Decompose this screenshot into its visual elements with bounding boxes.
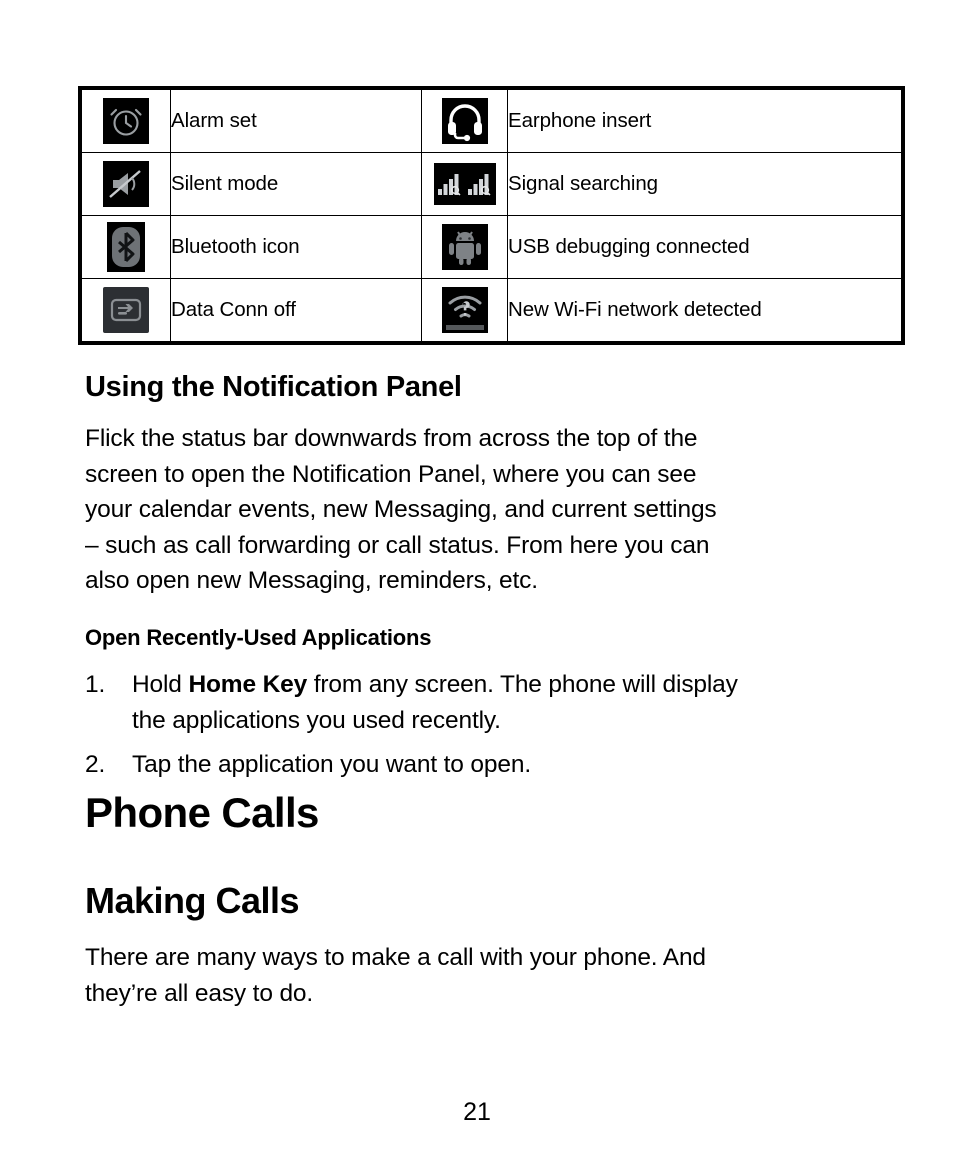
page-number: 21 — [463, 1098, 491, 1126]
icon-label-bluetooth: Bluetooth icon — [170, 215, 422, 279]
wifi-question-icon — [441, 287, 488, 333]
table-row: Bluetooth icon USB debugging connected — [78, 215, 905, 279]
list-item-text-bold: Home Key — [188, 671, 308, 698]
list-item-text-before: Hold — [132, 671, 189, 698]
ordered-list-recently-used: 1. Hold Home Key from any screen. The ph… — [85, 667, 905, 783]
list-item: 1. Hold Home Key from any screen. The ph… — [85, 667, 905, 738]
table-row: Alarm set Earphone insert — [78, 86, 905, 153]
icon-label-data-off: Data Conn off — [170, 278, 422, 345]
data-connection-off-icon — [103, 287, 149, 333]
paragraph-notification-panel: Flick the status bar downwards from acro… — [85, 425, 717, 595]
icon-label-silent: Silent mode — [170, 152, 422, 216]
signal-searching-icon — [433, 163, 496, 205]
icon-cell-bluetooth — [78, 215, 171, 279]
list-item: 2. Tap the application you want to open. — [85, 747, 905, 783]
list-item-text: Tap the application you want to open. — [132, 751, 531, 779]
icon-cell-silent — [78, 152, 171, 216]
status-icon-table: Alarm set Earphone insert Silent mode Si… — [78, 86, 905, 345]
heading-open-recently-used-applications: Open Recently-Used Applications — [85, 625, 432, 650]
icon-label-earphone: Earphone insert — [507, 86, 905, 153]
heading-using-notification-panel: Using the Notification Panel — [85, 371, 462, 403]
icon-cell-signal — [421, 152, 508, 216]
icon-cell-wifi — [421, 278, 508, 345]
android-robot-icon — [441, 224, 488, 270]
table-row: Data Conn off New Wi-Fi network detected — [78, 278, 905, 345]
icon-label-usb-debug: USB debugging connected — [507, 215, 905, 279]
icon-label-wifi: New Wi-Fi network detected — [507, 278, 905, 345]
heading-making-calls: Making Calls — [85, 880, 300, 921]
icon-cell-alarm — [78, 86, 171, 153]
list-item-number: 1. — [85, 671, 106, 698]
icon-cell-data-off — [78, 278, 171, 345]
bluetooth-icon — [107, 222, 145, 272]
alarm-clock-icon — [103, 98, 149, 144]
list-item-text: Hold Home Key from any screen. The phone… — [132, 667, 905, 738]
icon-cell-earphone — [421, 86, 508, 153]
headset-icon — [441, 98, 488, 144]
table-row: Silent mode Signal searching — [78, 152, 905, 216]
document-page: Alarm set Earphone insert Silent mode Si… — [0, 0, 954, 1168]
status-icon-table-body: Alarm set Earphone insert Silent mode Si… — [78, 86, 905, 345]
paragraph-making-calls: There are many ways to make a call with … — [85, 944, 706, 1007]
speaker-muted-icon — [103, 161, 149, 207]
list-item-number: 2. — [85, 751, 106, 779]
icon-cell-usb-debug — [421, 215, 508, 279]
heading-phone-calls: Phone Calls — [85, 789, 319, 836]
icon-label-signal: Signal searching — [507, 152, 905, 216]
icon-label-alarm: Alarm set — [170, 86, 422, 153]
